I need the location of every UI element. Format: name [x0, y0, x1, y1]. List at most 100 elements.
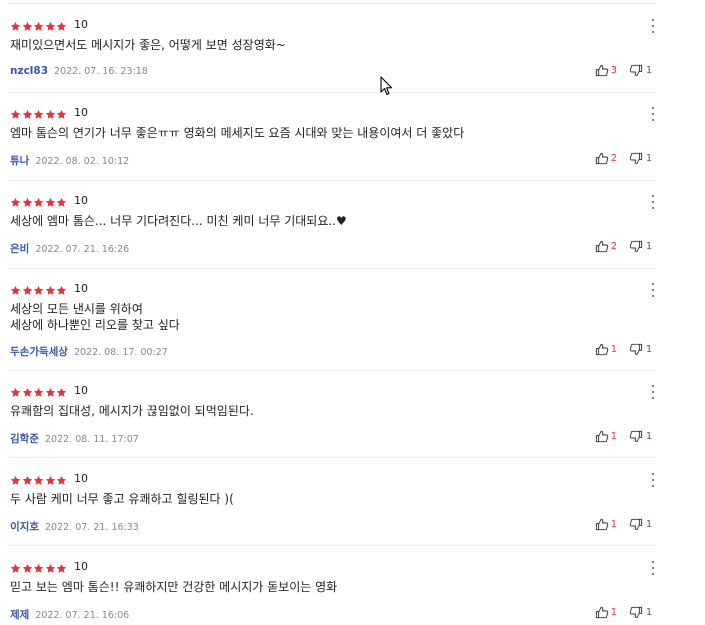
more-vertical-icon[interactable] — [650, 107, 656, 121]
star-icon — [45, 109, 57, 120]
review-date: 2022. 08. 17. 00:27 — [73, 347, 168, 358]
star-icon — [10, 387, 22, 398]
review-date: 2022. 07. 21. 16:06 — [35, 610, 130, 621]
thumbs-up-icon — [595, 518, 609, 531]
thumbs-down-icon — [629, 240, 643, 253]
star-rating — [10, 473, 68, 487]
star-icon — [33, 285, 45, 296]
thumbs-down-icon — [629, 606, 643, 619]
review-text: 엠마 톰슨의 연기가 너무 좋은ㅠㅠ 영화의 메세지도 요즘 시대와 맞는 내용… — [10, 126, 465, 140]
star-icon — [10, 109, 22, 120]
review-date: 2022. 08. 11. 17:07 — [44, 434, 139, 445]
review-divider — [8, 545, 656, 546]
dislike-count: 1 — [645, 519, 652, 530]
rating-score: 10 — [74, 194, 88, 207]
like-button[interactable]: 1 — [595, 430, 617, 443]
rating-score: 10 — [74, 384, 88, 397]
dislike-count: 1 — [645, 65, 652, 76]
dislike-button[interactable]: 1 — [629, 152, 652, 165]
star-icon — [56, 197, 68, 208]
review-divider — [8, 180, 656, 181]
rating-score: 10 — [74, 560, 88, 573]
dislike-count: 1 — [645, 241, 652, 252]
review-text: 세상의 모든 낸시를 위하여 세상에 하나뿐인 리오를 찾고 싶다 — [10, 302, 180, 332]
thumbs-up-icon — [595, 152, 609, 165]
star-icon — [33, 109, 45, 120]
reviewer-nickname[interactable]: 은비 — [10, 241, 29, 256]
like-button[interactable]: 3 — [595, 64, 617, 77]
review-date: 2022. 08. 02. 10:12 — [35, 156, 130, 167]
like-button[interactable]: 2 — [595, 240, 617, 253]
dislike-button[interactable]: 1 — [629, 518, 652, 531]
more-vertical-icon[interactable] — [650, 283, 656, 297]
like-count: 1 — [610, 344, 617, 355]
star-icon — [33, 475, 45, 486]
review-text: 유쾌함의 집대성, 메시지가 끊임없이 되먹임된다. — [10, 404, 254, 418]
star-icon — [10, 197, 22, 208]
thumbs-up-icon — [595, 606, 609, 619]
like-button[interactable]: 1 — [595, 343, 617, 356]
star-icon — [22, 109, 34, 120]
thumbs-down-icon — [629, 430, 643, 443]
dislike-button[interactable]: 1 — [629, 343, 652, 356]
mouse-pointer-icon — [380, 76, 393, 100]
star-rating — [10, 385, 68, 399]
dislike-button[interactable]: 1 — [629, 64, 652, 77]
rating-score: 10 — [74, 18, 88, 31]
star-icon — [10, 21, 22, 32]
reviewer-nickname[interactable]: 김학준 — [10, 431, 39, 446]
reviewer-nickname[interactable]: 두손가득세상 — [10, 344, 68, 359]
star-icon — [10, 563, 22, 574]
reviewer-nickname[interactable]: 제제 — [10, 607, 29, 622]
more-vertical-icon[interactable] — [650, 385, 656, 399]
star-icon — [45, 197, 57, 208]
like-count: 3 — [610, 65, 617, 76]
more-vertical-icon[interactable] — [650, 195, 656, 209]
more-vertical-icon[interactable] — [650, 19, 656, 33]
thumbs-down-icon — [629, 343, 643, 356]
review-date: 2022. 07. 21. 16:26 — [35, 244, 130, 255]
review-divider — [8, 268, 656, 269]
star-icon — [22, 475, 34, 486]
star-icon — [45, 21, 57, 32]
star-icon — [33, 563, 45, 574]
star-icon — [33, 21, 45, 32]
star-rating — [10, 195, 68, 209]
thumbs-down-icon — [629, 518, 643, 531]
rating-score: 10 — [74, 106, 88, 119]
dislike-count: 1 — [645, 431, 652, 442]
review-text: 두 사람 케미 너무 좋고 유쾌하고 힐링된다 )( — [10, 492, 234, 506]
star-icon — [22, 387, 34, 398]
like-button[interactable]: 1 — [595, 518, 617, 531]
star-icon — [22, 563, 34, 574]
review-date: 2022. 07. 21. 16:33 — [44, 522, 139, 533]
reviewer-nickname[interactable]: 튜나 — [10, 153, 29, 168]
star-icon — [22, 197, 34, 208]
star-icon — [56, 387, 68, 398]
more-vertical-icon[interactable] — [650, 561, 656, 575]
reviewer-nickname[interactable]: nzcl83 — [10, 65, 48, 77]
review-date: 2022. 07. 16. 23:18 — [54, 66, 148, 77]
like-button[interactable]: 1 — [595, 606, 617, 619]
dislike-count: 1 — [645, 153, 652, 164]
star-icon — [22, 21, 34, 32]
star-icon — [22, 285, 34, 296]
reviewer-nickname[interactable]: 이지호 — [10, 519, 39, 534]
dislike-count: 1 — [645, 607, 652, 618]
like-button[interactable]: 2 — [595, 152, 617, 165]
star-icon — [56, 475, 68, 486]
like-count: 1 — [610, 607, 617, 618]
review-divider — [8, 370, 656, 371]
dislike-button[interactable]: 1 — [629, 430, 652, 443]
star-rating — [10, 283, 68, 297]
star-icon — [56, 21, 68, 32]
dislike-button[interactable]: 1 — [629, 606, 652, 619]
more-vertical-icon[interactable] — [650, 473, 656, 487]
star-icon — [56, 563, 68, 574]
rating-score: 10 — [74, 472, 88, 485]
dislike-count: 1 — [645, 344, 652, 355]
dislike-button[interactable]: 1 — [629, 240, 652, 253]
review-text: 믿고 보는 엠마 톰슨!! 유쾌하지만 건강한 메시지가 돋보이는 영화 — [10, 580, 338, 594]
thumbs-up-icon — [595, 240, 609, 253]
like-count: 1 — [610, 431, 617, 442]
